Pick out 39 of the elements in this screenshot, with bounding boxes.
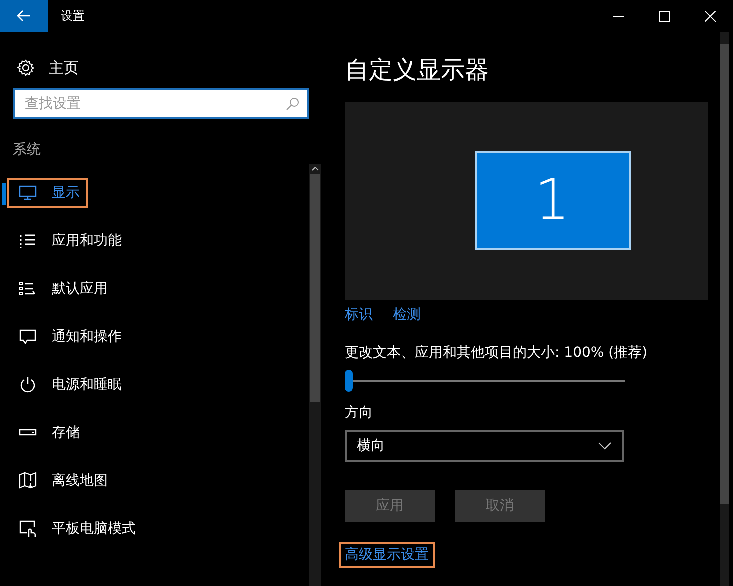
settings-icon (17, 59, 35, 77)
power-icon (19, 376, 37, 394)
scrollbar[interactable] (720, 32, 729, 586)
sidebar-item[interactable]: 存储 (0, 409, 309, 457)
message-icon (19, 329, 37, 345)
back-arrow-icon (17, 10, 31, 22)
chevron-down-icon (598, 442, 612, 450)
advanced-display-link[interactable]: 高级显示设置 (339, 542, 435, 568)
sidebar-item[interactable]: 电源和睡眠 (0, 361, 309, 409)
maximize-icon (658, 10, 670, 22)
monitor-icon (19, 185, 37, 201)
scale-label: 更改文本、应用和其他项目的大小: 100% (推荐) (345, 344, 648, 362)
search-icon (286, 97, 300, 111)
sidebar-item[interactable]: 平板电脑模式 (0, 505, 309, 553)
scroll-up-icon[interactable] (312, 167, 318, 171)
sidebar-item[interactable]: 通知和操作 (0, 313, 309, 361)
sidebar-item[interactable]: 离线地图 (0, 457, 309, 505)
monitor-tile[interactable]: 1 (474, 150, 630, 250)
list-icon (19, 281, 37, 297)
orientation-label: 方向 (345, 404, 373, 422)
tablet-touch-icon (19, 520, 37, 538)
sidebar-item[interactable]: 应用和功能 (0, 217, 309, 265)
scrollbar[interactable] (309, 164, 321, 586)
scale-slider[interactable] (345, 370, 625, 392)
page-title: 自定义显示器 (345, 55, 489, 86)
map-icon (19, 472, 37, 490)
storage-icon (19, 429, 37, 437)
slider-thumb[interactable] (345, 370, 353, 392)
orientation-dropdown[interactable]: 横向 (345, 430, 624, 462)
home-item[interactable]: 主页 (17, 56, 322, 80)
section-heading: 系统 (13, 141, 42, 160)
sidebar-item[interactable]: 默认应用 (0, 265, 309, 313)
close-icon (704, 10, 716, 22)
search-field[interactable]: 查找设置 (13, 88, 309, 119)
window-title: 设置 (61, 8, 85, 24)
link[interactable]: 检测 (393, 306, 421, 324)
list-icon (19, 233, 37, 249)
link[interactable]: 标识 (345, 306, 373, 324)
sidebar-item[interactable]: 显示 (0, 169, 309, 217)
